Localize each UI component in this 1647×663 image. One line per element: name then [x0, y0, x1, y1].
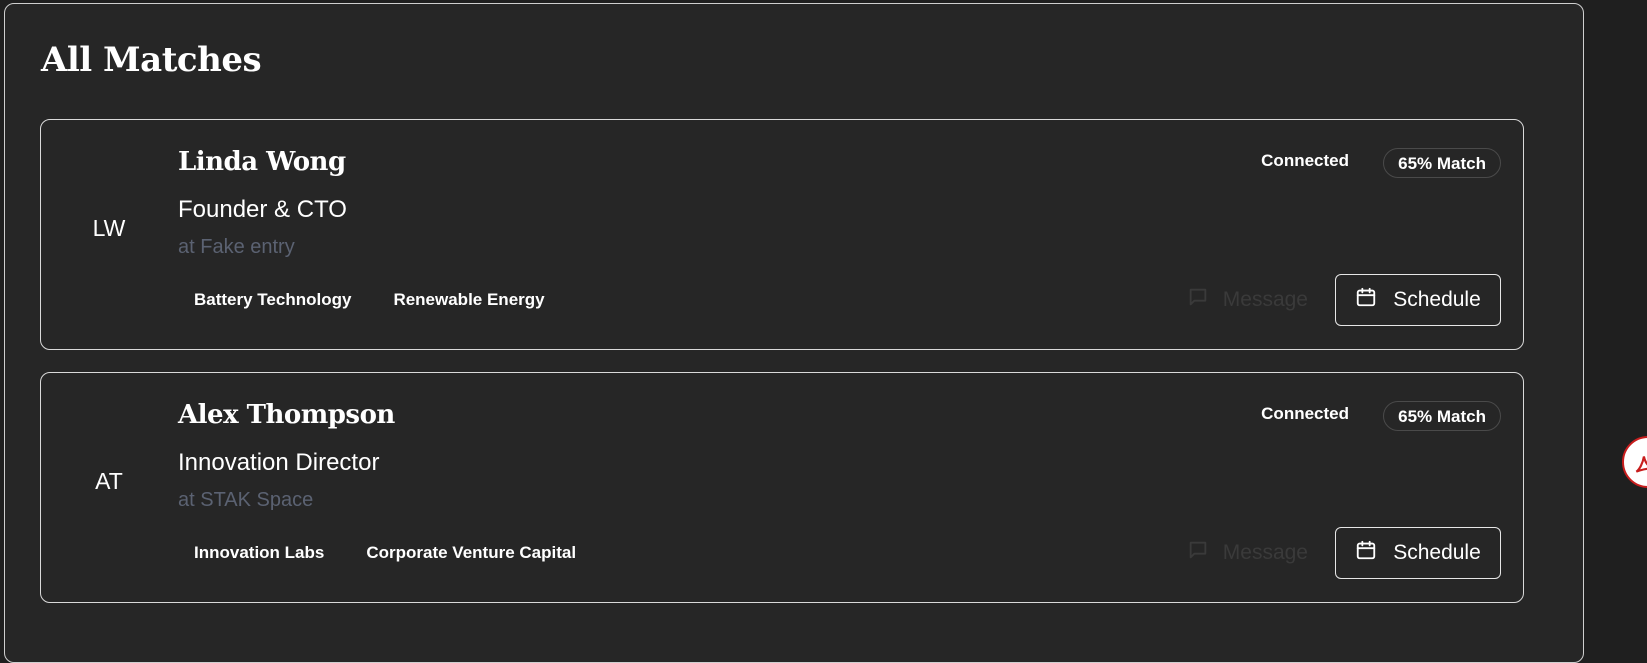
match-card: LW Linda Wong Founder & CTO at Fake entr…: [40, 119, 1524, 350]
matches-panel: All Matches LW Linda Wong Founder & CTO …: [4, 3, 1584, 663]
tag-list: Innovation Labs Corporate Venture Capita…: [178, 539, 592, 567]
match-score-badge: 65% Match: [1383, 401, 1501, 431]
message-label: Message: [1222, 288, 1308, 311]
match-score-badge: 65% Match: [1383, 148, 1501, 178]
match-card: AT Alex Thompson Innovation Director at …: [40, 372, 1524, 603]
calendar-icon: [1355, 286, 1377, 314]
message-label: Message: [1222, 541, 1308, 564]
tag: Corporate Venture Capital: [366, 543, 577, 562]
message-square-icon: [1187, 539, 1209, 567]
match-name[interactable]: Linda Wong: [178, 147, 346, 177]
schedule-button[interactable]: Schedule: [1335, 527, 1501, 579]
match-company: at Fake entry: [178, 236, 295, 258]
tag: Innovation Labs: [194, 543, 325, 562]
tag: Renewable Energy: [393, 290, 545, 309]
match-name[interactable]: Alex Thompson: [178, 400, 395, 430]
message-button[interactable]: Message: [1187, 539, 1308, 567]
calendar-icon: [1355, 539, 1377, 567]
avatar: AT: [95, 468, 123, 494]
tag: Battery Technology: [194, 290, 352, 309]
page-title: All Matches: [41, 40, 262, 80]
avatar: LW: [92, 215, 126, 241]
schedule-button[interactable]: Schedule: [1335, 274, 1501, 326]
schedule-label: Schedule: [1393, 288, 1481, 311]
message-square-icon: [1187, 286, 1209, 314]
connection-status: Connected: [1261, 151, 1349, 170]
message-button[interactable]: Message: [1187, 286, 1308, 314]
schedule-label: Schedule: [1393, 541, 1481, 564]
connection-status: Connected: [1261, 404, 1349, 423]
match-role: Innovation Director: [178, 449, 380, 476]
floating-pdf-button[interactable]: [1622, 436, 1647, 488]
tag-list: Battery Technology Renewable Energy: [178, 286, 561, 314]
match-role: Founder & CTO: [178, 196, 347, 223]
match-company: at STAK Space: [178, 489, 314, 511]
